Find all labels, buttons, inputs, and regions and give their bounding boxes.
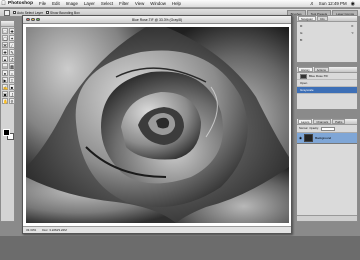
snapshot-thumbnail xyxy=(300,73,307,79)
layer-thumbnail xyxy=(304,134,314,142)
eyedropper-tool-icon[interactable]: ∫ xyxy=(9,91,15,97)
opacity-label: Opacity: xyxy=(309,127,319,130)
type-tool-icon[interactable]: T xyxy=(9,77,15,83)
bounding-box-checkbox[interactable]: Show Bounding Box xyxy=(46,11,80,15)
history-item[interactable]: Open xyxy=(297,80,357,87)
layer-row[interactable]: ◉ Background xyxy=(297,133,357,144)
navigator-panel: Navigator Info R: X: G: Y: B: xyxy=(296,15,358,63)
menu-file[interactable]: File xyxy=(36,1,49,6)
doc-size[interactable]: Doc: 3.22M/3.22M xyxy=(42,228,67,232)
menu-layer[interactable]: Layer xyxy=(81,1,98,6)
menu-window[interactable]: Window xyxy=(147,1,169,6)
zoom-field[interactable]: 33.33% xyxy=(26,228,36,232)
crop-tool-icon[interactable]: ⌘ xyxy=(2,42,8,48)
app-menu[interactable]: Photoshop xyxy=(7,1,36,6)
info-readout: R: X: G: Y: B: xyxy=(297,22,357,47)
tab-paths[interactable]: Paths xyxy=(332,119,346,124)
auto-select-checkbox[interactable]: Auto Select Layer xyxy=(13,11,43,15)
rose-photo-image xyxy=(26,27,289,223)
menu-image[interactable]: Image xyxy=(63,1,81,6)
dodge-tool-icon[interactable]: ○ xyxy=(9,70,15,76)
toolbox: □ ✚ ◯ ✦ ⌘ ∕ ✚ ✎ ▲ ↺ ▭ ▩ ● ○ ▶ T ✍ ■ ▣ ∫ … xyxy=(0,20,15,222)
desktop-dock-area xyxy=(0,236,360,260)
tab-actions[interactable]: Actions xyxy=(313,67,329,72)
history-item-selected[interactable]: Grayscale xyxy=(297,87,357,94)
info-r-label: R: xyxy=(300,24,303,28)
tool-grid: □ ✚ ◯ ✦ ⌘ ∕ ✚ ✎ ▲ ↺ ▭ ▩ ● ○ ▶ T ✍ ■ ▣ ∫ … xyxy=(1,27,15,105)
visibility-eye-icon[interactable]: ◉ xyxy=(299,136,302,140)
tab-history[interactable]: History xyxy=(298,67,313,72)
path-selection-tool-icon[interactable]: ▶ xyxy=(2,77,8,83)
lasso-tool-icon[interactable]: ◯ xyxy=(2,35,8,41)
info-g-label: G: xyxy=(300,31,304,35)
tab-layers[interactable]: Layers xyxy=(298,119,313,124)
shape-tool-icon[interactable]: ■ xyxy=(9,84,15,90)
healing-brush-tool-icon[interactable]: ✚ xyxy=(2,49,8,55)
tab-info[interactable]: Info xyxy=(316,16,328,21)
eraser-tool-icon[interactable]: ▭ xyxy=(2,63,8,69)
marquee-tool-icon[interactable]: □ xyxy=(2,28,8,34)
document-title: Blue Rose.TIF @ 33.3% (Gray/8) xyxy=(132,17,182,22)
document-title-bar[interactable]: Blue Rose.TIF @ 33.3% (Gray/8) xyxy=(23,16,291,24)
layer-controls: Normal Opacity: xyxy=(297,125,357,133)
blur-tool-icon[interactable]: ● xyxy=(2,70,8,76)
layers-panel: Layers Channels Paths Normal Opacity: ◉ … xyxy=(296,118,358,222)
info-y-label: Y: xyxy=(351,31,354,35)
tab-channels[interactable]: Channels xyxy=(313,119,332,124)
clone-stamp-tool-icon[interactable]: ▲ xyxy=(2,56,8,62)
menu-help[interactable]: Help xyxy=(169,1,184,6)
move-tool-icon[interactable] xyxy=(4,9,10,16)
history-snapshot[interactable]: Blue Rose.TIF xyxy=(297,73,357,80)
menu-view[interactable]: View xyxy=(132,1,147,6)
spotlight-icon[interactable]: ◉ xyxy=(351,1,355,7)
image-canvas[interactable] xyxy=(26,27,289,223)
document-window: Blue Rose.TIF @ 33.3% (Gray/8) 33.33% Do… xyxy=(22,15,292,234)
apple-icon[interactable]:  xyxy=(0,0,7,8)
volume-icon[interactable]: ♬ xyxy=(310,1,315,7)
blend-mode-select[interactable]: Normal xyxy=(299,127,307,130)
move-tool-icon[interactable]: ✚ xyxy=(9,28,15,34)
hand-tool-icon[interactable]: ✋ xyxy=(2,98,8,104)
info-x-label: X: xyxy=(351,24,354,28)
clock[interactable]: Sun 12:49 PM xyxy=(319,1,347,6)
opacity-field[interactable] xyxy=(320,126,335,131)
gradient-tool-icon[interactable]: ▩ xyxy=(9,63,15,69)
magic-wand-tool-icon[interactable]: ✦ xyxy=(9,35,15,41)
layers-panel-footer xyxy=(297,215,357,221)
history-panel: History Actions Blue Rose.TIF Open Grays… xyxy=(296,66,358,110)
foreground-color-swatch[interactable] xyxy=(3,129,10,136)
menu-extras: ♬ Sun 12:49 PM ◉ xyxy=(310,1,360,7)
layer-name: Background xyxy=(315,136,332,140)
menu-select[interactable]: Select xyxy=(98,1,116,6)
menu-bar:  Photoshop File Edit Image Layer Select… xyxy=(0,0,360,8)
slice-tool-icon[interactable]: ∕ xyxy=(9,42,15,48)
brush-tool-icon[interactable]: ✎ xyxy=(9,49,15,55)
document-status-bar: 33.33% Doc: 3.22M/3.22M xyxy=(23,226,291,233)
checkbox-icon[interactable] xyxy=(46,11,50,14)
zoom-tool-icon[interactable]: ⚲ xyxy=(9,98,15,104)
checkbox-icon[interactable] xyxy=(13,11,16,14)
info-b-label: B: xyxy=(300,38,303,42)
notes-tool-icon[interactable]: ▣ xyxy=(2,91,8,97)
menu-filter[interactable]: Filter xyxy=(116,1,132,6)
pen-tool-icon[interactable]: ✍ xyxy=(2,84,8,90)
tab-navigator[interactable]: Navigator xyxy=(298,16,316,21)
menu-edit[interactable]: Edit xyxy=(49,1,63,6)
history-brush-tool-icon[interactable]: ↺ xyxy=(9,56,15,62)
